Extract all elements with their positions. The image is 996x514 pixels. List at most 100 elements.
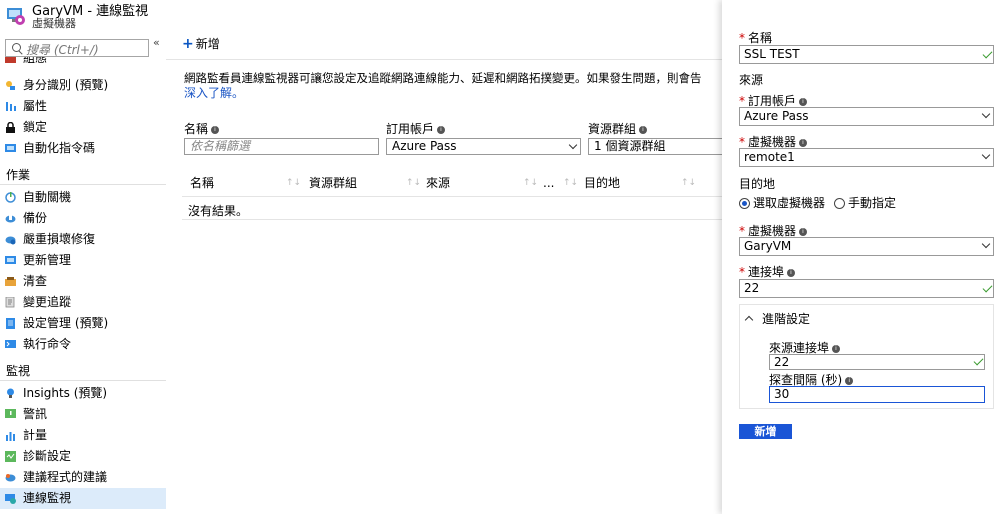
properties-icon bbox=[6, 102, 16, 111]
valid-check-icon bbox=[973, 355, 984, 366]
search-input[interactable]: 搜尋 (Ctrl+/) bbox=[5, 39, 149, 57]
subscription-filter-dropdown[interactable]: Azure Pass bbox=[386, 138, 581, 155]
learn-more-link[interactable]: 深入了解。 bbox=[184, 84, 244, 101]
sidebar-item-disaster-recovery[interactable]: 嚴重損壞修復 bbox=[0, 229, 166, 250]
chevron-down-icon bbox=[981, 239, 991, 249]
sidebar-item-diagnostics[interactable]: 診斷設定 bbox=[0, 446, 166, 467]
collapse-sidebar-button[interactable]: « bbox=[153, 36, 160, 49]
sort-icon[interactable]: ↑↓ bbox=[286, 178, 301, 188]
required-marker: * bbox=[739, 31, 745, 45]
radio-select-vm[interactable]: 選取虛擬機器 bbox=[739, 196, 825, 210]
toolbar-divider bbox=[166, 59, 722, 60]
name-filter-label: 名稱 i bbox=[184, 122, 220, 136]
subscription-dropdown[interactable]: Azure Pass bbox=[739, 107, 994, 126]
empty-table-message: 沒有結果。 bbox=[188, 204, 249, 218]
advisor-icon bbox=[5, 474, 16, 482]
sidebar-item-connection-monitor[interactable]: 連線監視 bbox=[0, 488, 166, 509]
probe-interval-label: 探查間隔 (秒) i bbox=[769, 373, 854, 387]
resource-group-filter-dropdown[interactable]: 1 個資源群組 bbox=[588, 138, 722, 155]
update-management-icon bbox=[5, 256, 16, 264]
insights-icon bbox=[7, 388, 14, 398]
sort-icon[interactable]: ↑↓ bbox=[681, 178, 696, 188]
sidebar-item-properties[interactable]: 屬性 bbox=[0, 96, 166, 117]
sort-icon[interactable]: ↑↓ bbox=[523, 178, 538, 188]
radio-unselected-icon bbox=[834, 198, 845, 209]
table-divider bbox=[182, 219, 722, 220]
sidebar-item-inventory[interactable]: 清查 bbox=[0, 271, 166, 292]
info-icon: i bbox=[787, 268, 796, 277]
subscription-filter-label: 訂用帳戶 i bbox=[386, 122, 446, 136]
info-icon: i bbox=[799, 97, 808, 106]
column-header-name[interactable]: 名稱 bbox=[190, 176, 214, 190]
divider bbox=[0, 380, 166, 381]
required-marker: * bbox=[739, 94, 745, 108]
search-icon bbox=[12, 43, 21, 52]
radio-selected-icon bbox=[739, 198, 750, 209]
sidebar-item-change-tracking[interactable]: 變更追蹤 bbox=[0, 292, 166, 313]
subscription-label: * 訂用帳戶 i bbox=[739, 94, 808, 108]
sidebar-item-metrics[interactable]: 計量 bbox=[0, 425, 166, 446]
lock-icon bbox=[6, 122, 15, 133]
sidebar-item-backup[interactable]: 備份 bbox=[0, 208, 166, 229]
disaster-recovery-icon bbox=[5, 236, 16, 245]
config-icon bbox=[5, 57, 16, 63]
sidebar-item-lock[interactable]: 鎖定 bbox=[0, 117, 166, 138]
add-connection-monitor-panel: * 名稱 SSL TEST 來源 * 訂用帳戶 i Azure Pass * 虛擬機器 i… bbox=[722, 0, 996, 514]
sidebar-item-automation-script[interactable]: 自動化指令碼 bbox=[0, 138, 166, 159]
sidebar-item-configuration-management[interactable]: 設定管理 (預覽) bbox=[0, 313, 166, 334]
radio-manual[interactable]: 手動指定 bbox=[834, 196, 896, 210]
add-connection-monitor-button[interactable]: + 新增 bbox=[182, 36, 220, 52]
sort-icon[interactable]: ↑↓ bbox=[563, 178, 578, 188]
blade-header: GaryVM - 連線監視 虛擬機器 bbox=[0, 0, 722, 36]
divider bbox=[0, 184, 166, 185]
column-header-more[interactable]: ... bbox=[543, 176, 554, 190]
sidebar-item-auto-shutdown[interactable]: 自動關機 bbox=[0, 187, 166, 208]
sidebar-item-alerts[interactable]: 警訊 bbox=[0, 404, 166, 425]
port-input[interactable]: 22 bbox=[739, 279, 994, 298]
sidebar-item-identity[interactable]: 身分識別 (預覽) bbox=[0, 75, 166, 96]
source-port-input[interactable]: 22 bbox=[769, 354, 985, 370]
advanced-settings-toggle[interactable]: 進階設定 bbox=[744, 310, 810, 327]
backup-icon bbox=[5, 215, 16, 223]
chevron-down-icon bbox=[981, 150, 991, 160]
valid-check-icon bbox=[982, 48, 993, 59]
table-header-divider bbox=[182, 196, 722, 197]
destination-vm-label: * 虛擬機器 i bbox=[739, 224, 808, 238]
name-filter-input[interactable]: 依名稱篩選 bbox=[184, 138, 379, 155]
submit-add-button[interactable]: 新增 bbox=[739, 424, 792, 439]
sidebar-item-run-command[interactable]: 執行命令 bbox=[0, 334, 166, 355]
auto-shutdown-icon bbox=[5, 192, 16, 203]
port-label: * 連接埠 i bbox=[739, 265, 796, 279]
column-header-destination[interactable]: 目的地 bbox=[584, 176, 620, 190]
column-header-resource-group[interactable]: 資源群組 bbox=[309, 176, 357, 190]
sidebar-item-config[interactable]: 組態 bbox=[0, 57, 166, 69]
identity-icon bbox=[6, 81, 15, 90]
chevron-down-icon bbox=[981, 109, 991, 119]
sidebar-item-update-management[interactable]: 更新管理 bbox=[0, 250, 166, 271]
metrics-icon bbox=[6, 432, 15, 441]
diagnostics-icon bbox=[5, 451, 16, 462]
name-input[interactable]: SSL TEST bbox=[739, 45, 994, 64]
probe-interval-input[interactable]: 30 bbox=[769, 386, 985, 403]
section-heading-monitoring: 監視 bbox=[6, 364, 31, 378]
required-marker: * bbox=[739, 265, 745, 279]
column-header-source[interactable]: 來源 bbox=[426, 176, 450, 190]
virtual-machine-icon bbox=[7, 8, 25, 25]
source-port-label: 來源連接埠 i bbox=[769, 341, 841, 355]
sidebar-item-advisor[interactable]: 建議程式的建議 bbox=[0, 467, 166, 488]
source-vm-dropdown[interactable]: remote1 bbox=[739, 148, 994, 167]
sidebar-item-insights[interactable]: Insights (預覽) bbox=[0, 383, 166, 404]
info-icon: i bbox=[437, 125, 446, 134]
required-marker: * bbox=[739, 224, 745, 238]
destination-vm-dropdown[interactable]: GaryVM bbox=[739, 237, 994, 256]
inventory-icon bbox=[5, 277, 16, 286]
chevron-down-icon bbox=[568, 140, 578, 150]
info-icon: i bbox=[799, 227, 808, 236]
sort-icon[interactable]: ↑↓ bbox=[406, 178, 421, 188]
info-icon: i bbox=[639, 125, 648, 134]
main-content: + 新增 網路監看員連線監視器可讓您設定及追蹤網路連線能力、延遲和網路拓撲變更。如… bbox=[166, 36, 722, 514]
source-heading: 來源 bbox=[739, 73, 764, 87]
info-icon: i bbox=[845, 376, 854, 385]
change-tracking-icon bbox=[5, 297, 15, 308]
source-vm-label: * 虛擬機器 i bbox=[739, 135, 808, 149]
